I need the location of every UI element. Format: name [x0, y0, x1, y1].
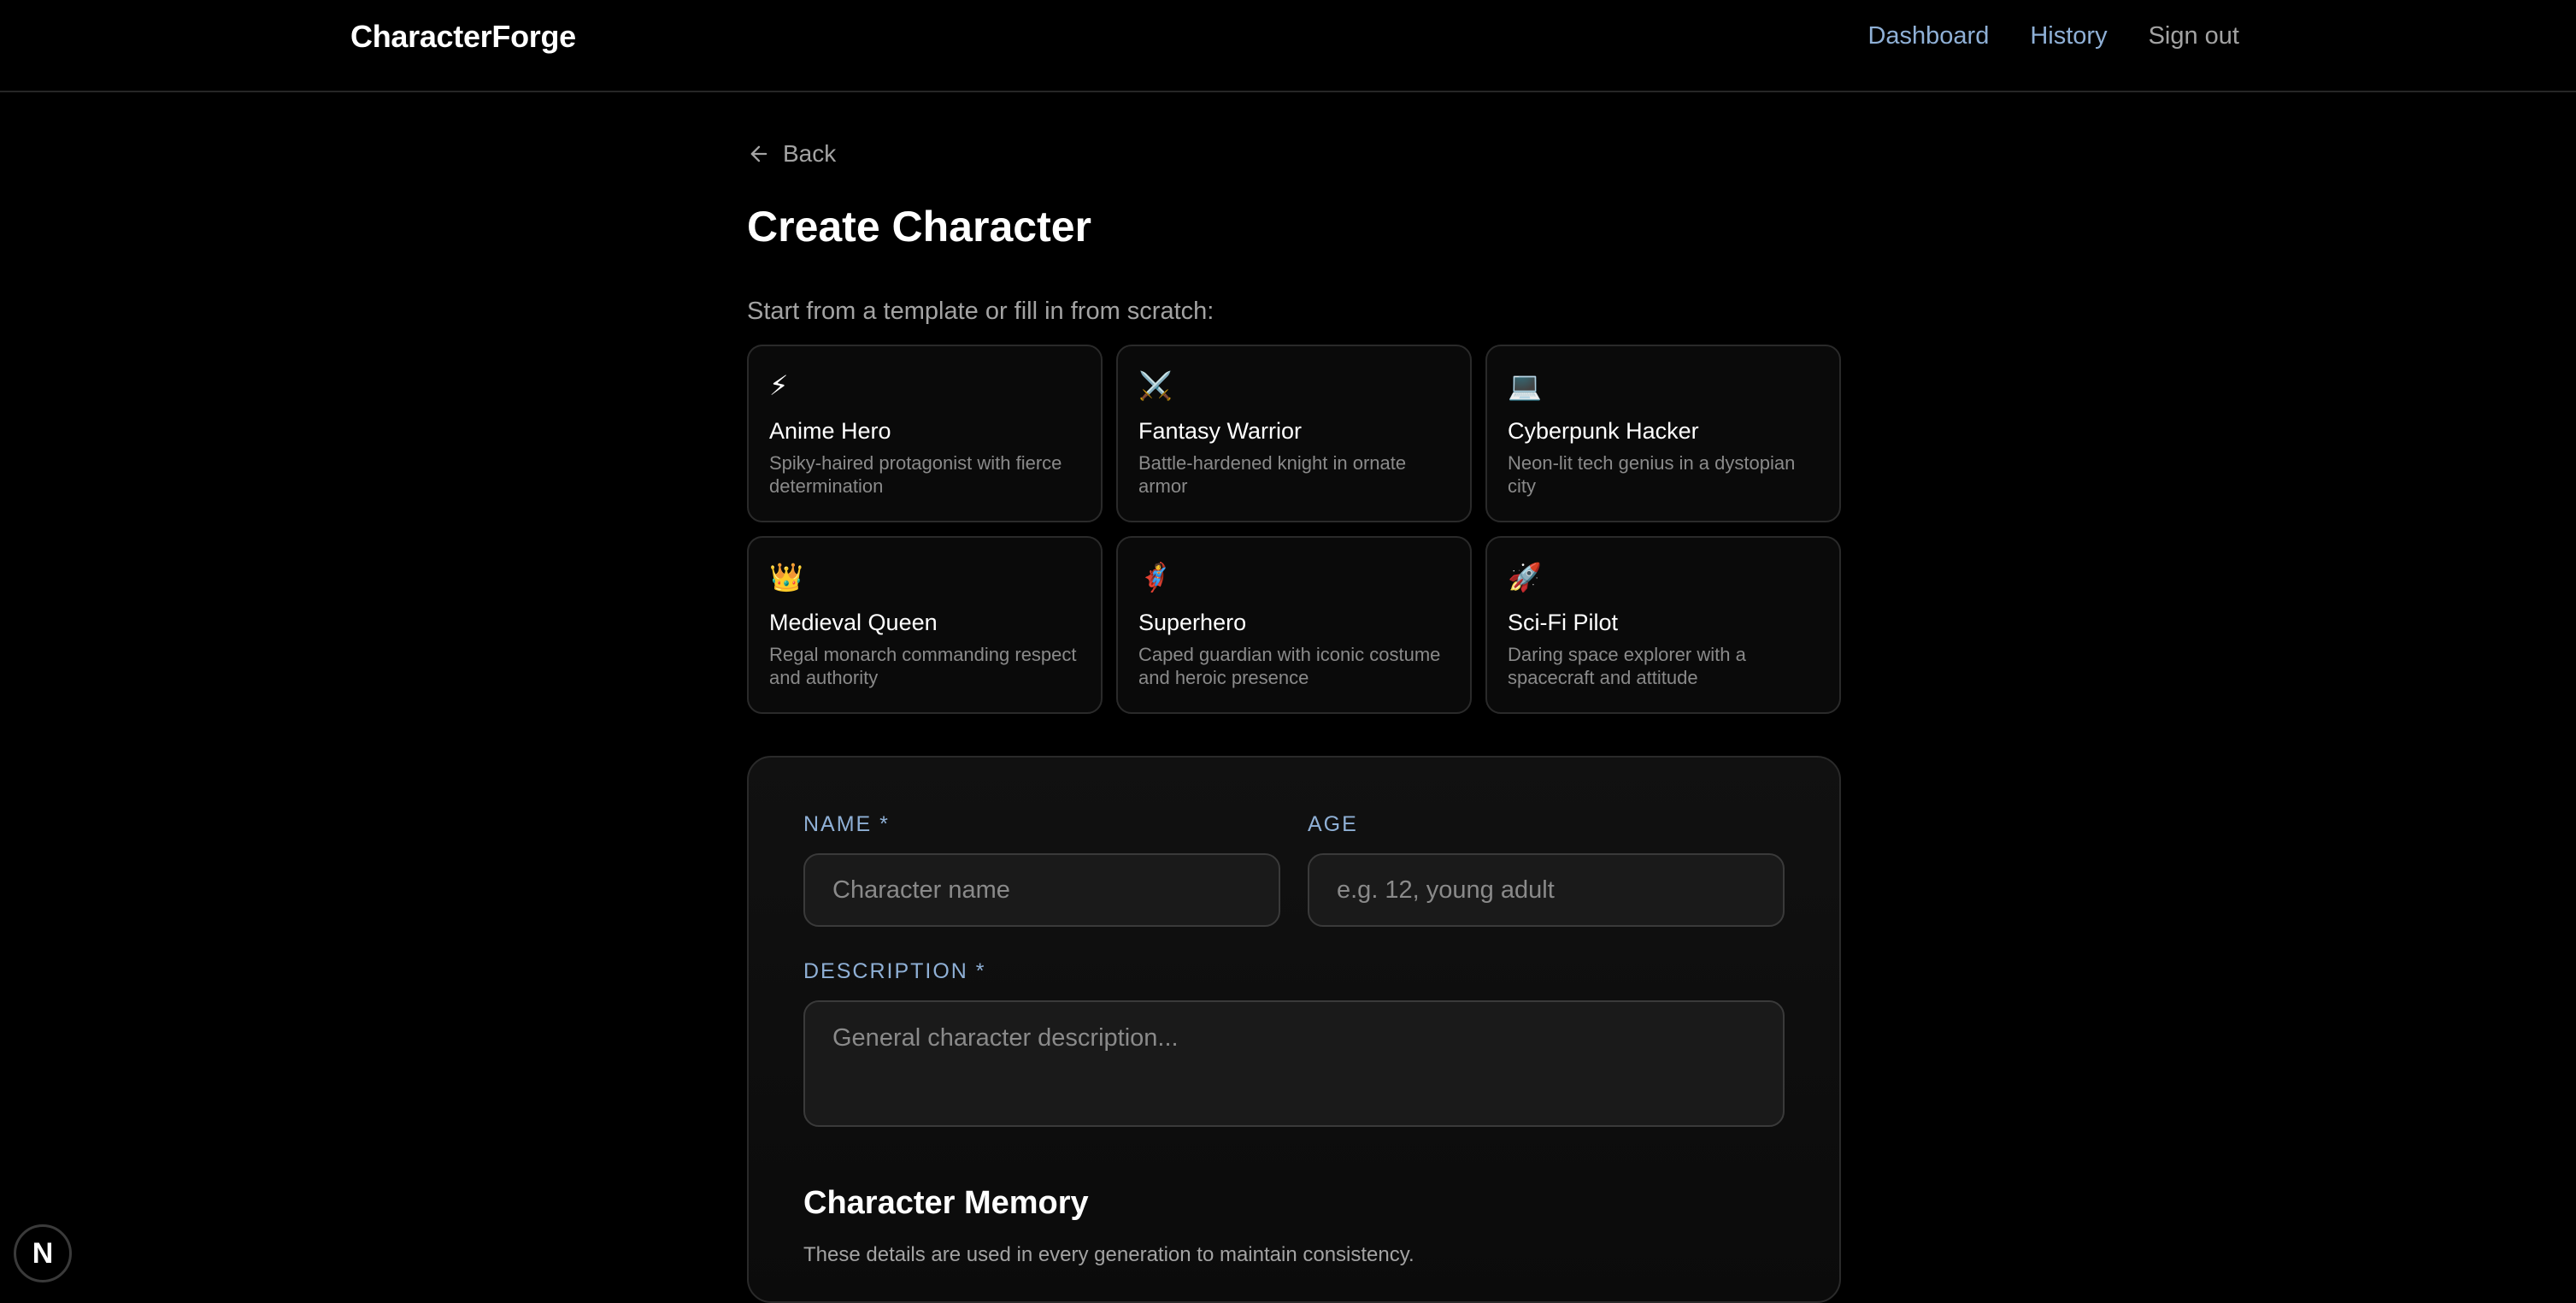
- template-card-medieval-queen[interactable]: 👑 Medieval Queen Regal monarch commandin…: [747, 536, 1103, 714]
- superhero-icon: 🦸: [1138, 562, 1173, 593]
- laptop-icon: 💻: [1508, 370, 1542, 401]
- nav-sign-out-link[interactable]: Sign out: [2149, 22, 2239, 50]
- rocket-icon: 🚀: [1508, 562, 1542, 593]
- template-description: Battle-hardened knight in ornate armor: [1138, 452, 1407, 497]
- age-input[interactable]: [1308, 853, 1785, 927]
- page-title: Create Character: [747, 203, 1091, 251]
- nav-history-link[interactable]: History: [2030, 22, 2107, 50]
- description-textarea[interactable]: [803, 1000, 1785, 1127]
- nextjs-dev-badge[interactable]: N: [14, 1224, 72, 1282]
- crown-icon: 👑: [769, 562, 803, 593]
- back-button[interactable]: Back: [747, 137, 1841, 171]
- name-label: NAME *: [803, 812, 890, 836]
- template-description: Neon-lit tech genius in a dystopian city: [1508, 452, 1796, 497]
- template-card-sci-fi-pilot[interactable]: 🚀 Sci-Fi Pilot Daring space explorer wit…: [1485, 536, 1841, 714]
- memory-section-title: Character Memory: [803, 1185, 1089, 1221]
- nextjs-logo-icon: N: [32, 1236, 54, 1270]
- template-name: Medieval Queen: [769, 610, 938, 635]
- arrow-left-icon: [750, 145, 768, 162]
- template-card-fantasy-warrior[interactable]: ⚔️ Fantasy Warrior Battle-hardened knigh…: [1116, 345, 1472, 522]
- template-name: Sci-Fi Pilot: [1508, 610, 1619, 635]
- description-label: DESCRIPTION *: [803, 959, 986, 983]
- nav-dashboard-link[interactable]: Dashboard: [1867, 22, 1989, 50]
- template-prompt: Start from a template or fill in from sc…: [747, 298, 1214, 325]
- character-form-panel: NAME * AGE DESCRIPTION * Character Memor…: [747, 756, 1841, 1303]
- brand-logo[interactable]: CharacterForge: [350, 19, 576, 55]
- template-name: Anime Hero: [769, 418, 891, 444]
- template-name: Fantasy Warrior: [1138, 418, 1303, 444]
- name-input[interactable]: [803, 853, 1280, 927]
- template-description: Daring space explorer with a spacecraft …: [1508, 644, 1746, 688]
- template-description: Regal monarch commanding respect and aut…: [769, 644, 1077, 688]
- age-label: AGE: [1308, 812, 1358, 836]
- lightning-icon: ⚡: [769, 370, 789, 401]
- top-navbar: CharacterForge Dashboard History Sign ou…: [0, 0, 2576, 92]
- template-card-cyberpunk-hacker[interactable]: 💻 Cyberpunk Hacker Neon-lit tech genius …: [1485, 345, 1841, 522]
- template-description: Caped guardian with iconic costume and h…: [1138, 644, 1441, 688]
- main-content: Back Create Character Start from a templ…: [747, 137, 1841, 714]
- template-name: Cyberpunk Hacker: [1508, 418, 1699, 444]
- main-nav: Dashboard History Sign out: [1867, 22, 2239, 50]
- template-description: Spiky-haired protagonist with fierce det…: [769, 452, 1062, 497]
- template-card-superhero[interactable]: 🦸 Superhero Caped guardian with iconic c…: [1116, 536, 1472, 714]
- template-card-anime-hero[interactable]: ⚡ Anime Hero Spiky-haired protagonist wi…: [747, 345, 1103, 522]
- template-grid: ⚡ Anime Hero Spiky-haired protagonist wi…: [747, 345, 1841, 714]
- back-label: Back: [783, 140, 837, 167]
- crossed-swords-icon: ⚔️: [1138, 370, 1173, 401]
- template-name: Superhero: [1138, 610, 1247, 635]
- memory-section-subtitle: These details are used in every generati…: [803, 1243, 1414, 1266]
